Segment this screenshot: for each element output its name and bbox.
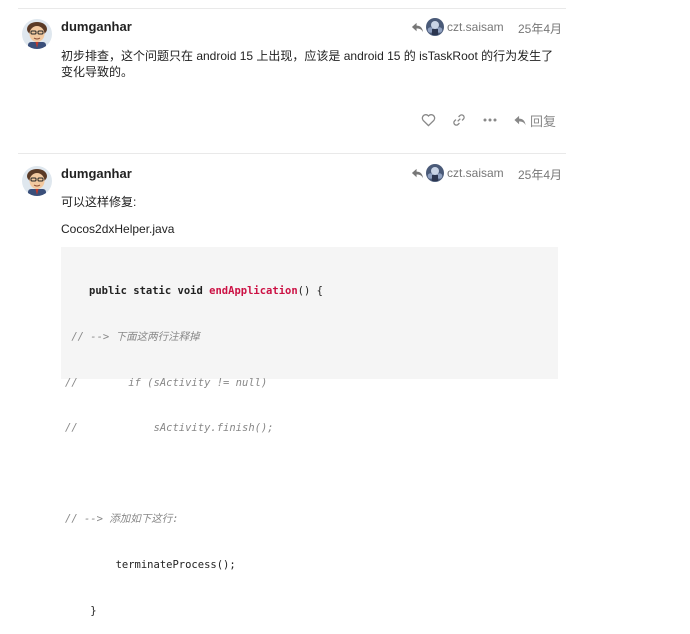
code-keyword: public xyxy=(89,285,127,298)
avatar-icon xyxy=(426,164,444,182)
reply-to-username: czt.saisam xyxy=(447,20,504,34)
code-keyword: void xyxy=(177,285,203,298)
code-comment-line: // --> 下面这两行注释掉 xyxy=(65,331,200,343)
copy-link-button[interactable] xyxy=(451,112,467,128)
post-actions: 回复 xyxy=(420,110,556,130)
code-keyword: static xyxy=(133,285,172,298)
more-options-button[interactable] xyxy=(482,112,498,128)
code-comment-line: // --> 添加如下这行: xyxy=(65,513,179,526)
username[interactable]: dumganhar xyxy=(61,19,132,34)
post-body: 初步排查，这个问题只在 android 15 上出现，应该是 android 1… xyxy=(61,49,554,79)
code-comment-line: // if (sActivity != null) xyxy=(65,376,268,389)
reply-arrow-icon xyxy=(411,22,424,32)
code-line: } xyxy=(65,604,97,617)
reply-avatar xyxy=(426,18,444,36)
ellipsis-icon xyxy=(483,118,497,122)
reply-to-indicator[interactable]: czt.saisam xyxy=(411,17,504,37)
reply-arrow-icon xyxy=(411,168,424,178)
code-line: terminateProcess(); xyxy=(65,558,236,571)
avatar[interactable] xyxy=(22,166,52,196)
reply-avatar xyxy=(426,164,444,182)
reply-button[interactable]: 回复 xyxy=(513,111,556,130)
username[interactable]: dumganhar xyxy=(61,166,132,181)
like-button[interactable] xyxy=(420,112,436,128)
avatar-icon xyxy=(426,18,444,36)
post-date[interactable]: 25年4月 xyxy=(518,20,562,37)
code-comment-line: // sActivity.finish(); xyxy=(65,422,274,435)
post-divider xyxy=(18,153,566,154)
code-line: public static void endApplication() { xyxy=(61,284,558,299)
post-divider-top xyxy=(18,8,566,9)
code-block: public static void endApplication() { //… xyxy=(61,247,558,617)
reply-arrow-icon xyxy=(514,115,526,125)
avatar[interactable] xyxy=(22,19,52,49)
heart-icon xyxy=(421,114,435,127)
code-function-name: endApplication xyxy=(209,285,298,298)
code-filename: Cocos2dxHelper.java xyxy=(61,222,175,236)
post-body: 可以这样修复: xyxy=(61,195,137,209)
reply-button-label: 回复 xyxy=(530,113,557,129)
code-text: () { xyxy=(297,285,323,298)
reply-to-username: czt.saisam xyxy=(447,166,504,180)
post-date[interactable]: 25年4月 xyxy=(518,166,562,183)
avatar-cartoon-icon xyxy=(22,166,52,196)
reply-to-indicator[interactable]: czt.saisam xyxy=(411,163,504,183)
avatar-cartoon-icon xyxy=(22,19,52,49)
link-icon xyxy=(453,114,465,126)
